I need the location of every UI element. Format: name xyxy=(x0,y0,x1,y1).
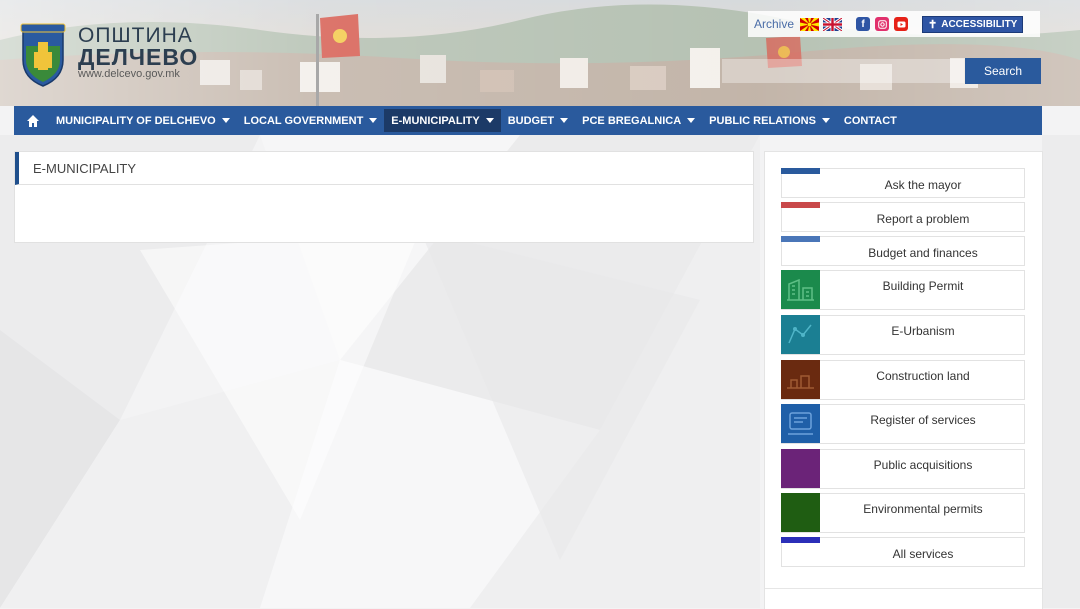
service-e-urbanism[interactable]: E-Urbanism xyxy=(781,315,1025,355)
nav-public-relations[interactable]: PUBLIC RELATIONS xyxy=(702,109,837,132)
top-utility-bar: Archive f ✝ ACCESSIBILITY xyxy=(748,11,1040,37)
service-environmental-permits[interactable]: Environmental permits xyxy=(781,493,1025,533)
chevron-down-icon xyxy=(485,118,494,123)
main-nav: MUNICIPALITY OF DELCHEVO LOCAL GOVERNMEN… xyxy=(14,106,1042,135)
logo-title-line1: ОПШТИНА xyxy=(78,24,193,47)
service-budget-and-finances[interactable]: Budget and finances xyxy=(781,236,1025,266)
service-public-acquisitions[interactable]: Public acquisitions xyxy=(781,449,1025,489)
macedonian-flag-icon[interactable] xyxy=(800,17,820,31)
service-building-permit[interactable]: Building Permit xyxy=(781,270,1025,310)
site-logo[interactable]: ОПШТИНА ДЕЛЧЕВО www.delcevo.gov.mk xyxy=(18,22,198,88)
service-construction-land[interactable]: Construction land xyxy=(781,360,1025,400)
header-banner: ОПШТИНА ДЕЛЧЕВО www.delcevo.gov.mk Archi… xyxy=(0,0,1080,106)
accent-bar-icon xyxy=(781,236,820,242)
search-input[interactable] xyxy=(722,59,964,83)
instagram-icon[interactable] xyxy=(875,17,890,31)
nav-pce-bregalnica[interactable]: PCE BREGALNICA xyxy=(575,109,702,132)
nav-municipality[interactable]: MUNICIPALITY OF DELCHEVO xyxy=(49,109,237,132)
service-ask-the-mayor[interactable]: Ask the mayor xyxy=(781,168,1025,198)
land-icon xyxy=(781,360,820,399)
accessibility-button[interactable]: ✝ ACCESSIBILITY xyxy=(922,15,1024,33)
nav-local-government[interactable]: LOCAL GOVERNMENT xyxy=(237,109,385,132)
page-title: E-MUNICIPALITY xyxy=(15,152,753,185)
accent-bar-icon xyxy=(781,537,820,543)
register-icon xyxy=(781,404,820,443)
environment-icon xyxy=(781,493,820,532)
services-sidebar: Ask the mayor Report a problem Budget an… xyxy=(764,151,1043,609)
service-report-a-problem[interactable]: Report a problem xyxy=(781,202,1025,232)
service-all-services[interactable]: All services xyxy=(781,537,1025,567)
service-register-of-services[interactable]: Register of services xyxy=(781,404,1025,444)
nav-contact[interactable]: CONTACT xyxy=(837,109,904,132)
accent-bar-icon xyxy=(781,168,820,174)
sidebar-divider xyxy=(765,588,1042,589)
content-panel: E-MUNICIPALITY xyxy=(14,151,754,243)
chevron-down-icon xyxy=(687,118,696,123)
coat-of-arms-icon xyxy=(20,23,66,87)
english-flag-icon[interactable] xyxy=(823,17,843,31)
nav-e-municipality[interactable]: E-MUNICIPALITY xyxy=(384,109,501,132)
accessibility-person-icon: ✝ xyxy=(928,18,938,31)
acquisitions-icon xyxy=(781,449,820,488)
chevron-down-icon xyxy=(369,118,378,123)
nav-budget[interactable]: BUDGET xyxy=(501,109,575,132)
urbanism-icon xyxy=(781,315,820,354)
chevron-down-icon xyxy=(821,118,830,123)
home-icon[interactable] xyxy=(26,114,40,128)
facebook-icon[interactable]: f xyxy=(856,17,871,31)
archive-link[interactable]: Archive xyxy=(754,17,794,31)
building-icon xyxy=(781,270,820,309)
chevron-down-icon xyxy=(560,118,569,123)
logo-title-line2: ДЕЛЧЕВО xyxy=(78,44,199,70)
accent-bar-icon xyxy=(781,202,820,208)
youtube-icon[interactable] xyxy=(894,17,909,31)
chevron-down-icon xyxy=(221,118,230,123)
search-button[interactable]: Search xyxy=(965,58,1041,84)
accessibility-label: ACCESSIBILITY xyxy=(941,18,1018,30)
